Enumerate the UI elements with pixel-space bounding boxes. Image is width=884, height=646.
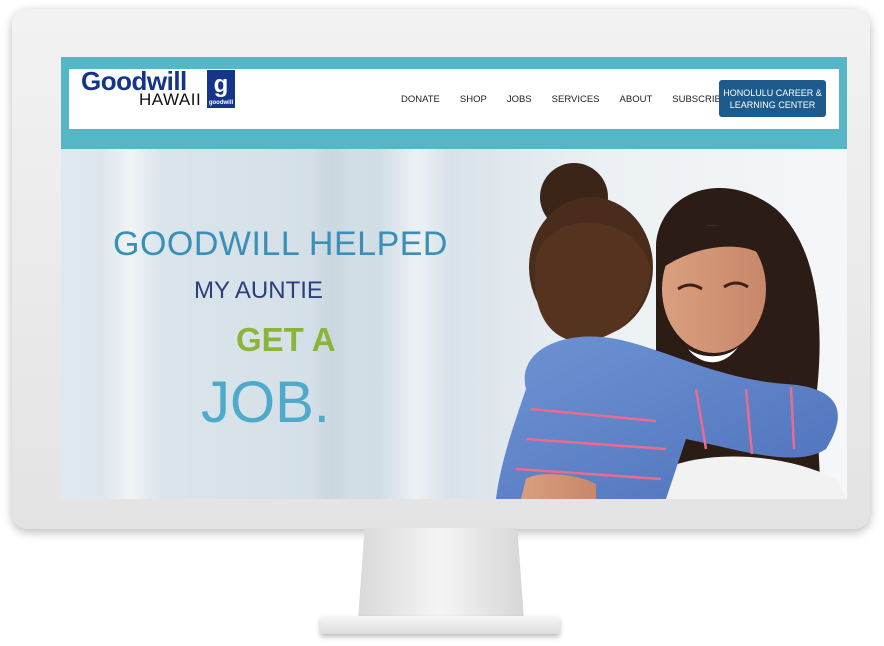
monitor-frame: Goodwill HAWAII g goodwill DONATE SHOP J… [12,9,870,529]
nav-shop[interactable]: SHOP [460,94,487,105]
main-nav: DONATE SHOP JOBS SERVICES ABOUT SUBSCRIB… [401,94,750,105]
logo-mark-text: goodwill [208,100,234,106]
background-blur [101,149,161,499]
nav-about[interactable]: ABOUT [620,94,653,105]
site-header: Goodwill HAWAII g goodwill DONATE SHOP J… [69,66,839,129]
nav-services[interactable]: SERVICES [552,94,600,105]
goodwill-g-icon: g goodwill [207,70,235,108]
hero-headline-line4: JOB. [201,370,330,435]
screen: Goodwill HAWAII g goodwill DONATE SHOP J… [61,57,847,499]
background-blur [381,149,451,499]
career-center-button[interactable]: HONOLULU CAREER & LEARNING CENTER [719,80,826,117]
hero-photo-hug [456,149,847,499]
nav-donate[interactable]: DONATE [401,94,440,105]
monitor-stand-neck [358,528,524,620]
goodwill-logo[interactable]: Goodwill HAWAII g goodwill [81,66,251,122]
nav-jobs[interactable]: JOBS [507,94,532,105]
hero-banner: GOODWILL HELPED MY AUNTIE GET A JOB. [61,149,847,499]
hero-headline-line3: GET A [236,321,336,358]
logo-region: HAWAII [139,90,202,109]
monitor-stand-base [320,616,560,634]
logo-mark-letter: g [213,71,229,98]
hero-headline-line1: GOODWILL HELPED [113,225,448,263]
header-band: Goodwill HAWAII g goodwill DONATE SHOP J… [61,57,847,149]
hero-headline-line2: MY AUNTIE [194,277,323,304]
